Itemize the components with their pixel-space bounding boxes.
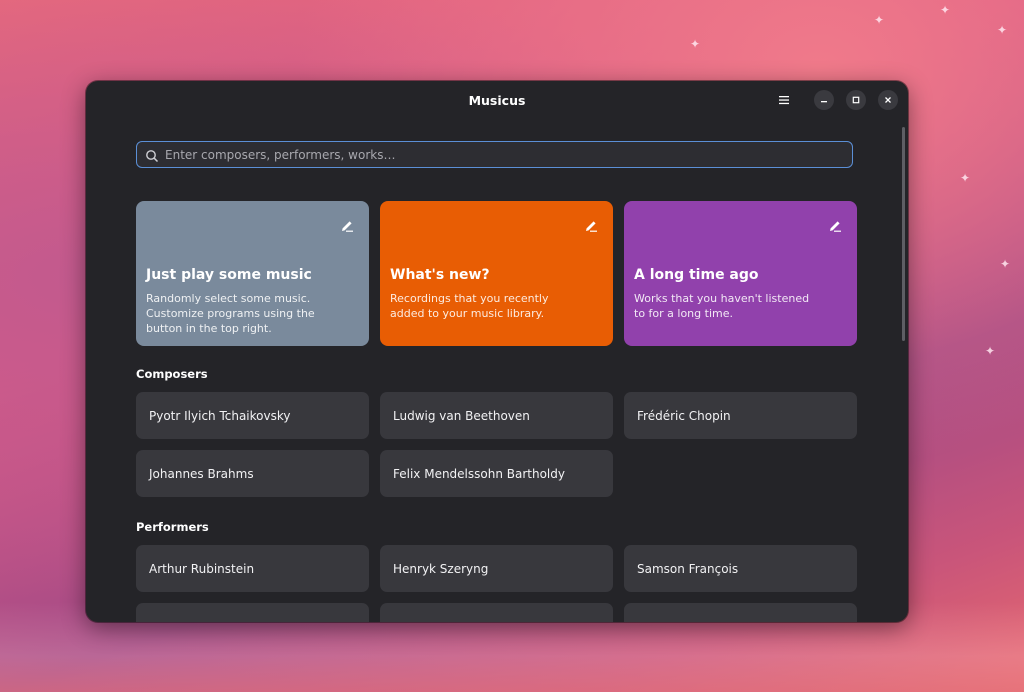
- wallpaper-sparkle: ✦: [1000, 257, 1011, 271]
- minimize-icon[interactable]: [814, 90, 834, 110]
- hamburger-menu-icon[interactable]: [774, 90, 794, 110]
- performers-heading: Performers: [136, 520, 209, 534]
- performer-tile-partial[interactable]: [624, 603, 857, 622]
- composer-tile[interactable]: Pyotr Ilyich Tchaikovsky: [136, 392, 369, 439]
- composers-heading: Composers: [136, 367, 208, 381]
- performer-tile[interactable]: Samson François: [624, 545, 857, 592]
- composer-tile[interactable]: Frédéric Chopin: [624, 392, 857, 439]
- performer-tile-partial[interactable]: [380, 603, 613, 622]
- wallpaper-sparkle: ✦: [940, 3, 951, 17]
- wallpaper-sparkle: ✦: [960, 171, 971, 185]
- composers-grid: Pyotr Ilyich Tchaikovsky Ludwig van Beet…: [136, 392, 857, 497]
- edit-icon[interactable]: [828, 218, 842, 232]
- performers-grid: Arthur Rubinstein Henryk Szeryng Samson …: [136, 545, 857, 622]
- card-title: Just play some music: [146, 267, 312, 283]
- wallpaper-sparkle: ✦: [874, 13, 885, 27]
- search-icon: [145, 148, 159, 162]
- card-description: Works that you haven't listened to for a…: [634, 292, 810, 320]
- performer-tile-partial[interactable]: [136, 603, 369, 622]
- scrollbar[interactable]: [902, 127, 905, 341]
- card-long-time-ago[interactable]: A long time ago Works that you haven't l…: [624, 201, 857, 346]
- close-icon[interactable]: [878, 90, 898, 110]
- wallpaper-sparkle: ✦: [997, 23, 1008, 37]
- feature-cards: Just play some music Randomly select som…: [136, 201, 857, 346]
- window-controls: [774, 90, 898, 110]
- card-random-music[interactable]: Just play some music Randomly select som…: [136, 201, 369, 346]
- performer-tile[interactable]: Arthur Rubinstein: [136, 545, 369, 592]
- app-window: Musicus Just play some music: [86, 81, 908, 622]
- edit-icon[interactable]: [584, 218, 598, 232]
- card-whats-new[interactable]: What's new? Recordings that you recently…: [380, 201, 613, 346]
- maximize-icon[interactable]: [846, 90, 866, 110]
- composer-tile[interactable]: Ludwig van Beethoven: [380, 392, 613, 439]
- card-title: A long time ago: [634, 267, 759, 283]
- titlebar: Musicus: [86, 81, 908, 119]
- wallpaper-sparkle: ✦: [985, 344, 996, 358]
- card-description: Recordings that you recently added to yo…: [390, 292, 549, 320]
- composer-tile[interactable]: Johannes Brahms: [136, 450, 369, 497]
- card-title: What's new?: [390, 267, 490, 283]
- window-title: Musicus: [468, 92, 526, 108]
- search-input[interactable]: [165, 147, 825, 162]
- search-field[interactable]: [136, 141, 853, 168]
- edit-icon[interactable]: [340, 218, 354, 232]
- composer-tile[interactable]: Felix Mendelssohn Bartholdy: [380, 450, 613, 497]
- wallpaper-sparkle: ✦: [690, 37, 701, 51]
- performer-tile[interactable]: Henryk Szeryng: [380, 545, 613, 592]
- card-description: Randomly select some music. Customize pr…: [146, 292, 315, 335]
